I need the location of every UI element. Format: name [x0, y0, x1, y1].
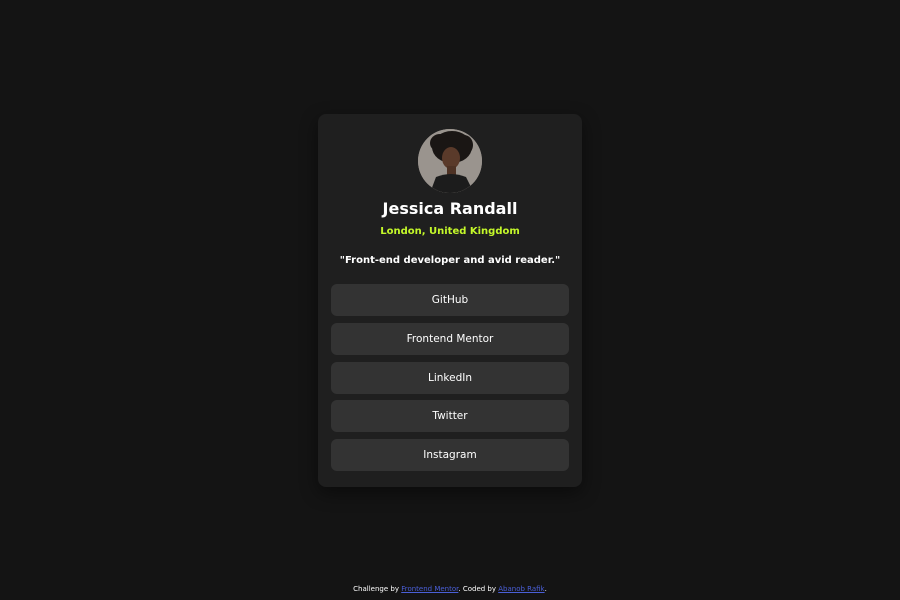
- link-twitter-button[interactable]: Twitter: [331, 400, 569, 433]
- footer-prefix: Challenge by: [353, 585, 402, 593]
- link-linkedin-button[interactable]: LinkedIn: [331, 361, 569, 394]
- link-frontend-mentor-button[interactable]: Frontend Mentor: [331, 322, 569, 355]
- footer-middle: . Coded by: [458, 585, 499, 593]
- link-instagram-button[interactable]: Instagram: [331, 439, 569, 472]
- footer-suffix: .: [544, 585, 547, 593]
- profile-bio: "Front-end developer and avid reader.": [339, 255, 561, 266]
- profile-name: Jessica Randall: [382, 199, 518, 218]
- frontend-mentor-link[interactable]: Frontend Mentor: [401, 585, 458, 593]
- social-links: GitHub Frontend Mentor LinkedIn Twitter …: [331, 284, 569, 478]
- author-link[interactable]: Abanob Rafik: [498, 585, 544, 593]
- attribution-footer: Challenge by Frontend Mentor. Coded by A…: [0, 584, 900, 594]
- profile-location: London, United Kingdom: [380, 226, 520, 237]
- link-github-button[interactable]: GitHub: [331, 284, 569, 316]
- avatar: [418, 129, 482, 193]
- page: Jessica Randall London, United Kingdom "…: [0, 0, 900, 600]
- avatar-photo: [418, 129, 482, 193]
- profile-card: Jessica Randall London, United Kingdom "…: [318, 114, 582, 487]
